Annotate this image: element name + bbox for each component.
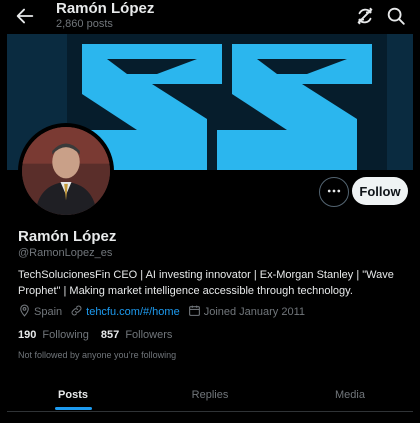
profile-handle: @RamonLopez_es <box>18 247 113 259</box>
active-tab-indicator <box>55 407 92 410</box>
calendar-icon <box>188 304 204 320</box>
website-link[interactable]: tehcfu.com/#/home <box>86 306 180 318</box>
followers-count: 857 <box>100 329 120 341</box>
location-pin-icon <box>18 304 34 320</box>
follow-stats: 190 Following 857 Followers <box>18 329 184 341</box>
location-item: Spain <box>18 304 62 320</box>
more-button[interactable] <box>319 177 349 207</box>
profile-tabs: Posts Replies Media <box>0 378 420 411</box>
not-followed-note: Not followed by anyone you’re following <box>18 350 177 360</box>
tab-media[interactable]: Media <box>312 378 388 411</box>
followers-label: Followers <box>125 329 173 341</box>
follow-button[interactable]: Follow <box>352 177 408 205</box>
joined-label: Joined January 2011 <box>203 306 306 318</box>
profile-name: Ramón López <box>18 228 117 245</box>
search-icon[interactable] <box>385 5 407 27</box>
profile-bio: TechSolucionesFin CEO | AI investing inn… <box>18 269 394 297</box>
more-dots-icon <box>326 183 342 202</box>
avatar[interactable] <box>18 123 114 219</box>
post-count: 2,860 posts <box>56 18 113 30</box>
following-count: 190 <box>18 329 37 341</box>
tab-replies[interactable]: Replies <box>172 378 248 411</box>
followers-stat[interactable]: 857 Followers <box>101 329 173 341</box>
back-arrow-icon[interactable] <box>14 5 36 27</box>
website-item[interactable]: tehcfu.com/#/home <box>70 304 180 320</box>
header-title: Ramón López <box>56 0 155 17</box>
profile-header: Ramón López 2,860 posts <box>0 0 420 34</box>
refresh-icon[interactable] <box>354 5 376 27</box>
following-label: Following <box>42 329 89 341</box>
tabs-divider <box>7 411 413 412</box>
joined-item: Joined January 2011 <box>188 304 305 320</box>
profile-meta: Spain tehcfu.com/#/home Joined January 2… <box>18 304 313 320</box>
following-stat[interactable]: 190 Following <box>18 329 89 341</box>
location-label: Spain <box>34 306 63 318</box>
link-icon <box>70 304 86 320</box>
